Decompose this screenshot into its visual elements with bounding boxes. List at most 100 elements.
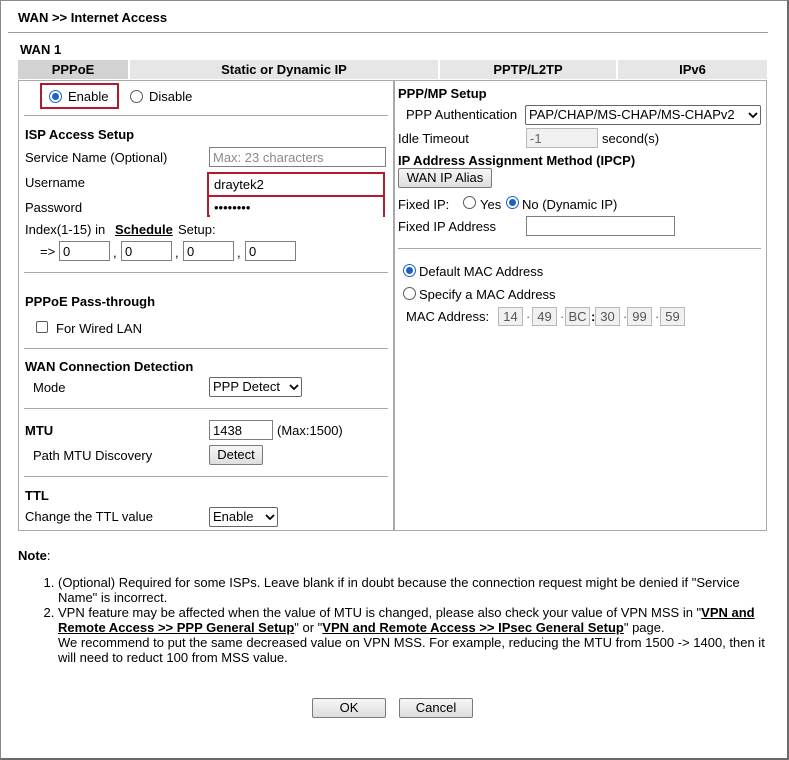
note-item-2-text: " or " <box>294 620 323 635</box>
index-suffix: Setup: <box>178 222 216 237</box>
fixed-ip-no-label: No (Dynamic IP) <box>522 197 618 212</box>
chevron-down-icon <box>746 106 760 124</box>
idle-timeout-unit: second(s) <box>602 131 660 146</box>
mode-select[interactable]: PPP Detect <box>209 377 302 397</box>
username-label: Username <box>25 175 85 190</box>
password-input[interactable] <box>210 197 383 217</box>
password-label: Password <box>25 200 83 215</box>
fixed-ip-yes-radio[interactable] <box>463 196 476 209</box>
mtu-heading: MTU <box>25 423 54 438</box>
ttl-select[interactable]: Enable <box>209 507 278 527</box>
disable-label: Disable <box>149 89 193 104</box>
mac-octet-5[interactable]: 99 <box>627 307 652 326</box>
mtu-input[interactable] <box>209 420 273 440</box>
divider <box>24 272 388 273</box>
wan-ip-alias-button[interactable]: WAN IP Alias <box>398 168 492 188</box>
service-name-label: Service Name (Optional) <box>25 150 168 165</box>
wired-lan-label: For Wired LAN <box>56 321 142 336</box>
ttl-select-value: Enable <box>213 509 254 524</box>
ppp-auth-select[interactable]: PAP/CHAP/MS-CHAP/MS-CHAPv2 <box>525 105 761 125</box>
note-title-text: Note <box>18 548 47 563</box>
mac-octet-1[interactable]: 14 <box>498 307 523 326</box>
fixed-ip-label: Fixed IP: <box>398 197 450 212</box>
index-prefix: Index(1-15) in <box>25 222 106 237</box>
pppoe-passthrough-heading: PPPoE Pass-through <box>25 294 156 309</box>
tab-static-dynamic-ip[interactable]: Static or Dynamic IP <box>130 60 440 79</box>
wired-lan-checkbox[interactable] <box>36 321 48 333</box>
idle-timeout-input[interactable] <box>526 128 598 148</box>
wan-detection-heading: WAN Connection Detection <box>25 359 194 374</box>
section-title: WAN 1 <box>20 42 62 57</box>
note-list: (Optional) Required for some ISPs. Leave… <box>36 575 766 665</box>
note-title: Note: <box>18 548 51 563</box>
isp-access-heading: ISP Access Setup <box>25 127 135 142</box>
note-item-2-text: VPN feature may be affected when the val… <box>58 605 702 620</box>
ttl-label: Change the TTL value <box>25 509 153 524</box>
comma: , <box>175 245 179 260</box>
divider <box>24 348 388 349</box>
idle-timeout-label: Idle Timeout <box>398 131 469 146</box>
chevron-down-icon <box>287 378 301 396</box>
note-item-2-detail: We recommend to put the same decreased v… <box>58 635 765 665</box>
specify-mac-label: Specify a MAC Address <box>419 287 556 302</box>
path-mtu-label: Path MTU Discovery <box>33 448 153 463</box>
mac-octet-2[interactable]: 49 <box>532 307 557 326</box>
tab-ipv6[interactable]: IPv6 <box>618 60 767 79</box>
divider <box>24 115 388 116</box>
mac-octet-6[interactable]: 59 <box>660 307 685 326</box>
tab-pppoe[interactable]: PPPoE <box>18 60 130 79</box>
default-mac-radio[interactable] <box>403 264 416 277</box>
fixed-ip-address-label: Fixed IP Address <box>398 219 497 234</box>
ipsec-general-setup-link[interactable]: VPN and Remote Access >> IPsec General S… <box>322 620 624 635</box>
schedule-link[interactable]: Schedule <box>115 222 173 237</box>
disable-radio[interactable] <box>130 90 143 103</box>
tab-pptp-l2tp[interactable]: PPTP/L2TP <box>440 60 618 79</box>
ppp-auth-label: PPP Authentication <box>406 107 518 122</box>
fixed-ip-yes-label: Yes <box>480 197 502 212</box>
mac-separator: · <box>526 309 531 324</box>
mac-octet-3[interactable]: BC <box>565 307 590 326</box>
ppp-auth-value: PAP/CHAP/MS-CHAP/MS-CHAPv2 <box>529 107 735 122</box>
divider <box>24 476 388 477</box>
note-item-1-text: (Optional) Required for some ISPs. Leave… <box>58 575 740 605</box>
mode-label: Mode <box>33 380 66 395</box>
mtu-max-label: (Max:1500) <box>277 423 343 438</box>
comma: , <box>237 245 241 260</box>
tab-bar: PPPoE Static or Dynamic IP PPTP/L2TP IPv… <box>18 60 767 79</box>
ttl-heading: TTL <box>25 488 49 503</box>
default-mac-label: Default MAC Address <box>419 264 544 279</box>
note-item-1: (Optional) Required for some ISPs. Leave… <box>58 575 766 605</box>
schedule-index-3[interactable] <box>183 241 234 261</box>
chevron-down-icon <box>263 508 277 526</box>
fixed-ip-no-radio[interactable] <box>506 196 519 209</box>
index-arrow: => <box>40 244 56 259</box>
specify-mac-radio[interactable] <box>403 287 416 300</box>
note-item-2: VPN feature may be affected when the val… <box>58 605 766 665</box>
ppp-mp-heading: PPP/MP Setup <box>398 86 487 101</box>
schedule-index-4[interactable] <box>245 241 296 261</box>
mac-separator: · <box>560 309 565 324</box>
divider <box>24 408 388 409</box>
detect-button[interactable]: Detect <box>209 445 263 465</box>
panel-divider <box>393 80 395 531</box>
username-input[interactable] <box>210 174 383 194</box>
enable-radio[interactable] <box>49 90 62 103</box>
schedule-index-2[interactable] <box>121 241 172 261</box>
ip-assignment-heading: IP Address Assignment Method (IPCP) <box>398 153 636 168</box>
title-divider <box>8 32 768 33</box>
comma: , <box>113 245 117 260</box>
note-item-2-text: " page. <box>623 620 665 635</box>
note-colon: : <box>46 548 51 563</box>
enable-label: Enable <box>68 89 109 104</box>
service-name-input[interactable] <box>209 147 386 167</box>
ok-button[interactable]: OK <box>312 698 386 718</box>
fixed-ip-address-input[interactable] <box>526 216 675 236</box>
page-title: WAN >> Internet Access <box>18 10 168 25</box>
mac-separator: · <box>655 309 660 324</box>
mac-address-label: MAC Address: <box>406 309 490 324</box>
mac-octet-4[interactable]: 30 <box>595 307 620 326</box>
cancel-button[interactable]: Cancel <box>399 698 473 718</box>
divider <box>398 248 761 249</box>
mode-select-value: PPP Detect <box>213 379 280 394</box>
schedule-index-1[interactable] <box>59 241 110 261</box>
